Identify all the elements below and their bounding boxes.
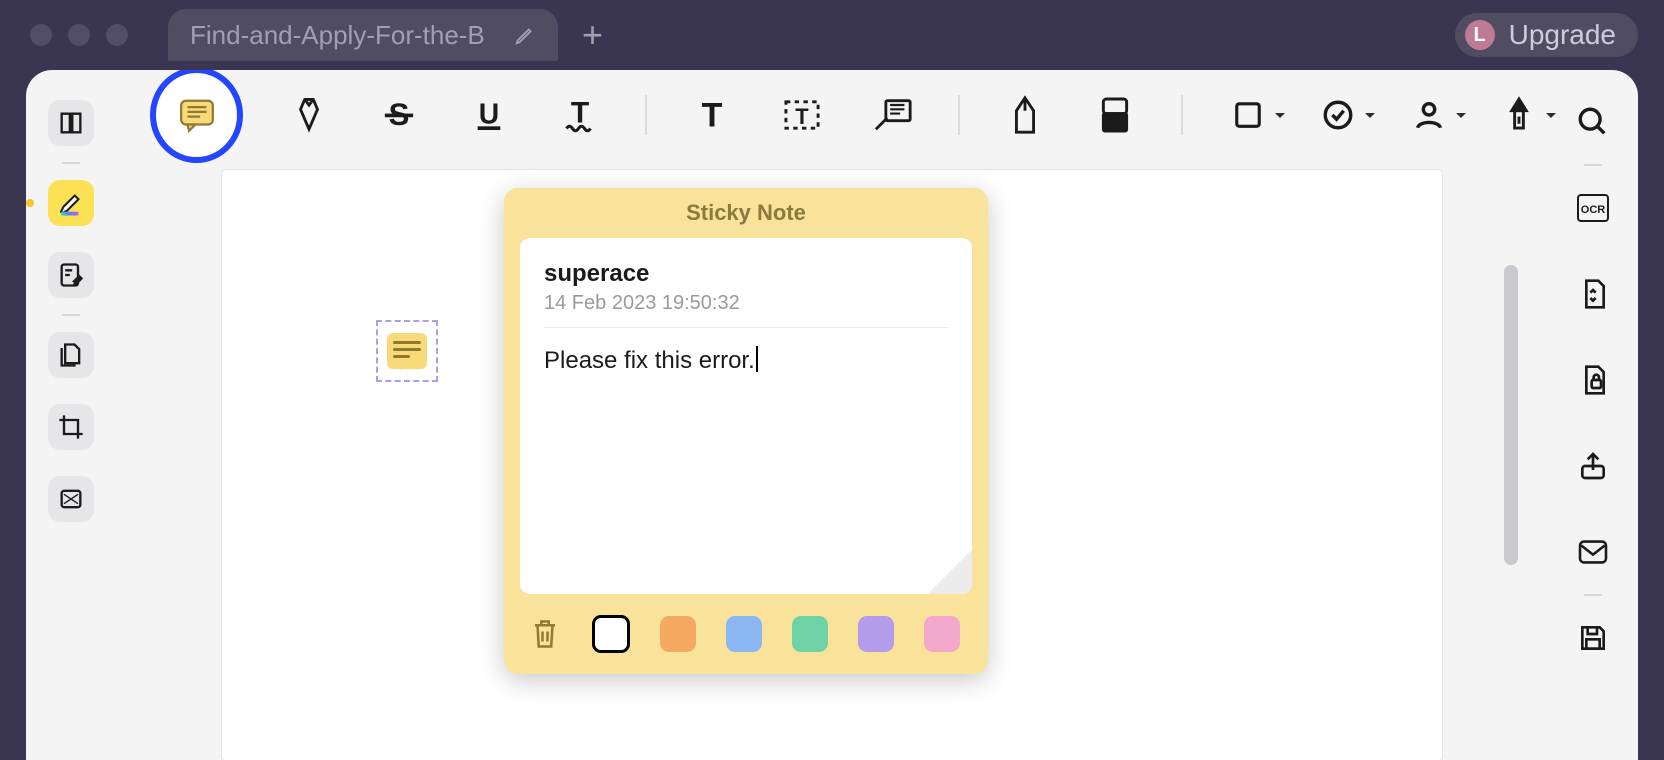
search-button[interactable] xyxy=(1573,102,1613,142)
pen-tool[interactable] xyxy=(1000,89,1050,141)
rail-separator xyxy=(62,314,80,316)
strikethrough-tool[interactable]: S xyxy=(374,89,424,141)
new-tab-button[interactable]: + xyxy=(582,17,603,53)
svg-text:T: T xyxy=(702,98,723,132)
underline-tool[interactable]: U xyxy=(464,89,514,141)
squiggly-tool[interactable]: T xyxy=(555,89,605,141)
svg-text:OCR: OCR xyxy=(1581,204,1606,216)
redact-tool-button[interactable] xyxy=(48,476,94,522)
eraser-tool[interactable] xyxy=(1090,89,1140,141)
page-fold-icon xyxy=(928,550,972,594)
rail-separator xyxy=(1584,594,1602,596)
note-color-purple[interactable] xyxy=(858,616,894,652)
document-tab-title: Find-and-Apply-For-the-B xyxy=(190,20,508,51)
svg-text:T: T xyxy=(796,104,810,129)
document-tab[interactable]: Find-and-Apply-For-the-B xyxy=(168,9,558,61)
delete-note-button[interactable] xyxy=(530,617,562,651)
rename-tab-icon[interactable] xyxy=(514,24,536,46)
shape-tool[interactable] xyxy=(1223,89,1273,141)
vertical-scrollbar[interactable] xyxy=(1504,265,1518,565)
svg-text:T: T xyxy=(571,97,589,130)
window-close-dot[interactable] xyxy=(30,24,52,46)
note-color-pink[interactable] xyxy=(924,616,960,652)
sticky-note-timestamp: 14 Feb 2023 19:50:32 xyxy=(544,292,948,328)
signature-tool[interactable] xyxy=(1494,89,1544,141)
mail-button[interactable] xyxy=(1573,532,1613,572)
note-color-white[interactable] xyxy=(592,615,630,653)
convert-button[interactable] xyxy=(1573,274,1613,314)
toolbar-separator xyxy=(1181,95,1183,135)
ocr-button[interactable]: OCR xyxy=(1573,188,1613,228)
sticky-note-popup: Sticky Note superace 14 Feb 2023 19:50:3… xyxy=(504,188,988,674)
note-color-blue[interactable] xyxy=(726,616,762,652)
svg-text:U: U xyxy=(479,99,499,131)
window-zoom-dot[interactable] xyxy=(106,24,128,46)
note-icon xyxy=(387,333,427,369)
edit-tool-button[interactable] xyxy=(48,252,94,298)
note-annotation-tool[interactable] xyxy=(150,70,243,163)
protect-button[interactable] xyxy=(1573,360,1613,400)
reader-mode-button[interactable] xyxy=(48,100,94,146)
window-minimize-dot[interactable] xyxy=(68,24,90,46)
sticky-note-body: superace 14 Feb 2023 19:50:32 Please fix… xyxy=(520,238,972,594)
note-color-green[interactable] xyxy=(792,616,828,652)
toolbar-separator xyxy=(645,95,647,135)
user-avatar: L xyxy=(1465,20,1495,50)
text-tool[interactable]: T xyxy=(687,89,737,141)
highlighter-tool-button[interactable] xyxy=(48,180,94,226)
upgrade-button[interactable]: L Upgrade xyxy=(1455,13,1638,57)
crop-tool-button[interactable] xyxy=(48,404,94,450)
sticky-note-title: Sticky Note xyxy=(504,188,988,238)
callout-tool[interactable] xyxy=(868,89,918,141)
user-stamp-tool[interactable] xyxy=(1403,89,1453,141)
rail-separator xyxy=(62,162,80,164)
traffic-lights xyxy=(30,24,128,46)
save-button[interactable] xyxy=(1573,618,1613,658)
rail-separator xyxy=(1584,164,1602,166)
textbox-tool[interactable]: T xyxy=(777,89,827,141)
note-color-orange[interactable] xyxy=(660,616,696,652)
page-tool-button[interactable] xyxy=(48,332,94,378)
note-anchor[interactable] xyxy=(376,320,438,382)
sticky-note-content[interactable]: Please fix this error. xyxy=(544,346,948,375)
share-button[interactable] xyxy=(1573,446,1613,486)
sticky-note-author: superace xyxy=(544,260,948,288)
toolbar-separator xyxy=(958,95,960,135)
stamp-tool[interactable] xyxy=(1313,89,1363,141)
upgrade-label: Upgrade xyxy=(1509,19,1616,51)
highlight-tool[interactable] xyxy=(283,89,333,141)
